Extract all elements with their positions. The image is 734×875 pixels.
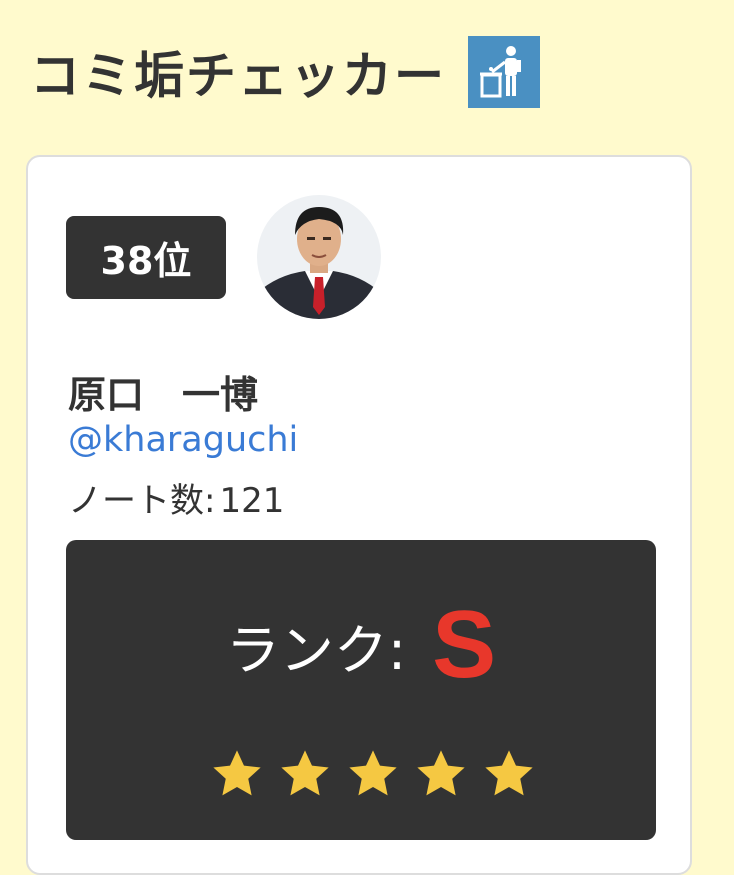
star-icon [417, 750, 465, 796]
rank-grade: S [432, 591, 497, 698]
trash-disposal-icon [468, 36, 540, 108]
star-icon [349, 750, 397, 796]
notes-value: 121 [219, 481, 285, 521]
avatar[interactable] [257, 195, 381, 319]
user-card: 38位 原口 一博 @kharaguchi ノート数: 121 ランク: S [26, 155, 692, 875]
star-icon [485, 750, 533, 796]
user-name: 原口 一博 [68, 373, 259, 417]
rank-stars [210, 747, 536, 801]
page-title: コミ垢チェッカー [30, 47, 446, 105]
notes-count: ノート数: 121 [68, 473, 284, 522]
page-header: コミ垢チェッカー [30, 36, 540, 108]
user-handle-link[interactable]: @kharaguchi [68, 420, 298, 460]
notes-label: ノート数: [68, 481, 216, 521]
rank-position-badge: 38位 [66, 216, 226, 299]
star-icon [213, 750, 261, 796]
rank-line: ランク: S [66, 590, 656, 700]
rank-label: ランク: [225, 618, 407, 682]
rank-panel: ランク: S [66, 540, 656, 840]
star-icon [281, 750, 329, 796]
